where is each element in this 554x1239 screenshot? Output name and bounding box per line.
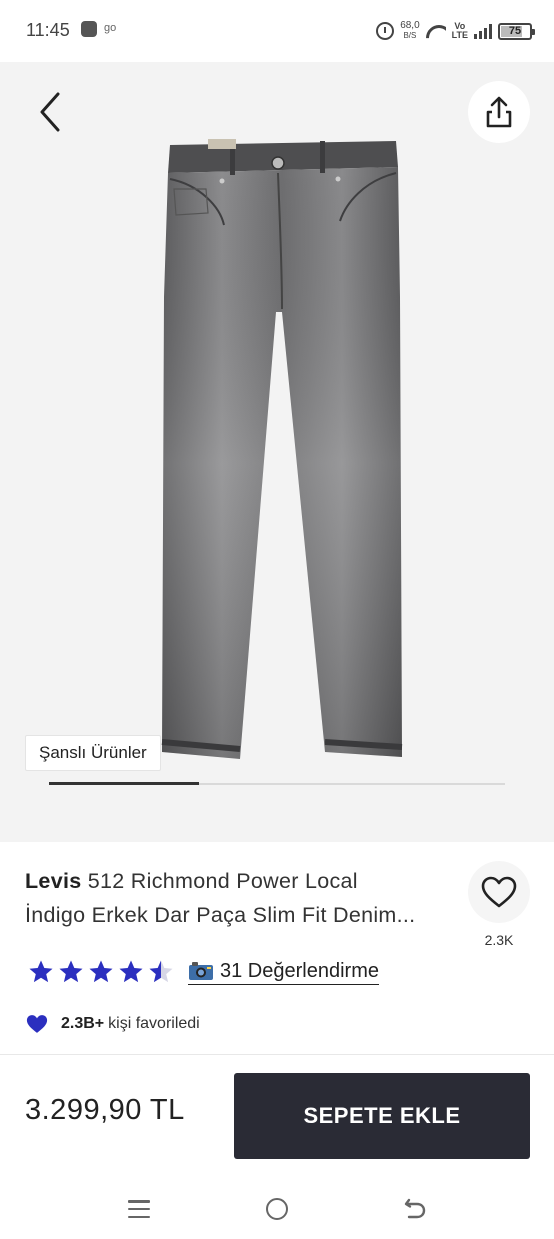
network-speed-value: 68,0 — [400, 20, 420, 31]
chevron-left-icon — [40, 92, 60, 132]
carousel-progress — [49, 782, 505, 785]
volte-bottom: LTE — [451, 30, 468, 40]
star-full-icon — [119, 960, 143, 983]
star-full-icon — [59, 960, 83, 983]
add-to-cart-button[interactable]: SEPETE EKLE — [234, 1073, 530, 1159]
status-icons: 68,0 B/S Vo LTE 75 — [376, 18, 535, 44]
app-notification-text: go — [104, 22, 117, 34]
carousel-progress-fill — [49, 782, 200, 785]
back-button[interactable] — [32, 92, 68, 132]
favorited-info: 2.3B+ kişi favoriledi — [25, 1013, 200, 1035]
favorite-button[interactable] — [468, 861, 530, 923]
network-speed: 68,0 B/S — [400, 21, 419, 41]
battery-icon: 75 — [498, 22, 535, 40]
status-time: 11:45 — [26, 20, 70, 40]
system-nav-bar — [0, 1178, 554, 1239]
product-title-line2: İndigo Erkek Dar Paça Slim Fit Denim... — [25, 903, 416, 927]
star-half-icon — [149, 960, 173, 983]
lucky-products-badge[interactable]: Şanslı Ürünler — [25, 735, 161, 771]
camera-icon — [189, 962, 213, 980]
share-icon — [486, 96, 512, 128]
product-image-gallery[interactable]: Şanslı Ürünler — [0, 62, 554, 842]
product-price: 3.299,90 TL — [25, 1094, 185, 1126]
product-image[interactable] — [150, 137, 410, 767]
star-full-icon — [89, 960, 113, 983]
rating-row: 31 Değerlendirme — [28, 958, 379, 986]
star-full-icon — [29, 960, 53, 983]
back-icon[interactable] — [402, 1196, 428, 1222]
product-title: Levis 512 Richmond Power Local İndigo Er… — [25, 864, 465, 932]
battery-percent: 75 — [508, 25, 522, 37]
alarm-icon — [376, 22, 395, 40]
heart-filled-icon — [26, 1015, 48, 1033]
wifi-icon — [426, 23, 446, 39]
product-title-line1: 512 Richmond Power Local — [87, 869, 358, 893]
signal-icon — [474, 23, 492, 39]
heart-outline-icon — [481, 876, 517, 908]
recent-apps-icon[interactable] — [128, 1200, 150, 1218]
rating-stars[interactable] — [28, 959, 174, 985]
volte-indicator: Vo LTE — [452, 22, 468, 40]
reviews-count-text: 31 Değerlendirme — [220, 959, 379, 982]
network-speed-unit: B/S — [403, 31, 417, 40]
favorite-count: 2.3K — [484, 932, 514, 948]
favorited-text: kişi favoriledi — [108, 1015, 200, 1032]
reviews-link[interactable]: 31 Değerlendirme — [188, 960, 379, 985]
app-notification-icon — [81, 21, 97, 37]
favorited-count: 2.3B+ — [61, 1015, 105, 1032]
product-brand[interactable]: Levis — [25, 869, 81, 893]
home-icon[interactable] — [266, 1198, 288, 1220]
share-button[interactable] — [468, 81, 530, 143]
status-bar: 11:45 go 68,0 B/S Vo LTE 75 — [0, 0, 554, 62]
